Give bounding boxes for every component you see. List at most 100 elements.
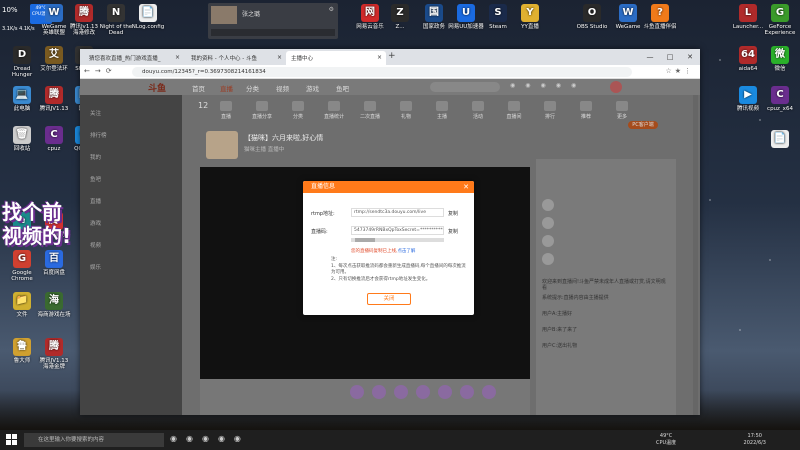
- extension-icons[interactable]: ☆★⋮: [665, 67, 694, 75]
- category-item[interactable]: 直播分享: [248, 101, 276, 120]
- nav-live[interactable]: 直播: [220, 83, 233, 93]
- stream-code-field[interactable]: 5473749rRNBxQpToxSecret=************: [351, 226, 444, 235]
- taskbar-search-input[interactable]: 在这里输入你要搜索的内容: [24, 433, 164, 447]
- app-icon: 腾: [45, 338, 63, 356]
- category-label: 直播间: [506, 114, 522, 120]
- url-field[interactable]: douyu.com/12345?_r=0.3697308214161834: [132, 67, 632, 77]
- desktop-icon[interactable]: 📄 NLog.config: [128, 4, 168, 30]
- close-window-button[interactable]: ✕: [680, 49, 700, 65]
- site-sidebar: 关注排行榜我的鱼吧直播游戏视频娱乐: [80, 95, 182, 415]
- header-icons[interactable]: ◉◉◉◉◉: [510, 82, 586, 89]
- taskbar: 在这里输入你要搜索的内容 ◉◉◉◉◉ 49°C CPU温度 17:50 2022…: [0, 430, 800, 450]
- avatar[interactable]: [610, 81, 622, 93]
- category-item[interactable]: 排行: [536, 101, 564, 120]
- app-icon: L: [739, 4, 757, 22]
- category-item[interactable]: 活动: [464, 101, 492, 120]
- gift-item[interactable]: [394, 385, 408, 399]
- clock[interactable]: 17:50 2022/6/3: [744, 433, 766, 447]
- sidebar-item[interactable]: 视频: [90, 241, 101, 249]
- close-icon[interactable]: ×: [277, 54, 282, 61]
- tab-strip: 猜您喜欢直播_热门游戏直播_ × 我的资料 - 个人中心 - 斗鱼 × 主播中心 × …: [80, 49, 700, 65]
- code-scrollbar[interactable]: [351, 238, 444, 242]
- taskbar-apps[interactable]: ◉◉◉◉◉: [170, 434, 250, 443]
- rank-avatar[interactable]: [542, 199, 554, 211]
- desktop-icon-label: 腾讯Jv1.13 海港修改: [69, 24, 99, 36]
- copy-rtmp-button[interactable]: 复制: [448, 210, 458, 217]
- category-item[interactable]: 分类: [284, 101, 312, 120]
- desktop-icon[interactable]: ? 斗鱼直播伴侣: [640, 4, 680, 30]
- tab-2[interactable]: 我的资料 - 个人中心 - 斗鱼 ×: [186, 51, 286, 65]
- tab-3[interactable]: 主播中心 ×: [286, 51, 386, 65]
- sidebar-item[interactable]: 娱乐: [90, 263, 101, 271]
- close-icon[interactable]: ×: [377, 54, 382, 61]
- gift-item[interactable]: [416, 385, 430, 399]
- rank-avatar[interactable]: [542, 235, 554, 247]
- rank-avatar[interactable]: [542, 253, 554, 265]
- category-item[interactable]: 二次直播: [356, 101, 384, 120]
- desktop-icon[interactable]: Ccpuz_x64: [760, 86, 800, 112]
- rtmp-field[interactable]: rtmp://sendtc3a.douyu.com/live: [351, 208, 444, 217]
- sidebar-item[interactable]: 鱼吧: [90, 175, 101, 183]
- gift-item[interactable]: [482, 385, 496, 399]
- maximize-button[interactable]: □: [660, 49, 680, 65]
- desktop-icon-label: 鲁大师: [13, 358, 31, 364]
- desktop-icon[interactable]: 海海商游戏在场: [34, 292, 74, 318]
- desktop-icon[interactable]: 📄: [760, 130, 800, 150]
- media-widget[interactable]: 张之璐 ⚙: [208, 3, 338, 39]
- nav-buttons[interactable]: ←→⟳: [84, 67, 117, 75]
- category-item[interactable]: 推荐: [572, 101, 600, 120]
- desktop-icon[interactable]: O OBS Studio: [572, 4, 612, 30]
- nav-video[interactable]: 视频: [276, 83, 289, 93]
- gift-item[interactable]: [438, 385, 452, 399]
- site-search-input[interactable]: [430, 82, 500, 92]
- close-dialog-button[interactable]: 关闭: [367, 293, 411, 305]
- gift-item[interactable]: [460, 385, 474, 399]
- close-icon[interactable]: ×: [175, 54, 180, 61]
- sidebar-item[interactable]: 直播: [90, 197, 101, 205]
- close-icon[interactable]: ✕: [463, 181, 469, 193]
- category-label: 推荐: [580, 114, 591, 120]
- page-scrollbar[interactable]: [693, 95, 698, 415]
- nav-game[interactable]: 游戏: [306, 83, 319, 93]
- rank-avatar[interactable]: [542, 217, 554, 229]
- desktop-icon[interactable]: G GeForce Experience: [760, 4, 800, 36]
- scroll-thumb[interactable]: [355, 238, 375, 242]
- learn-more-link[interactable]: 点击了解: [397, 249, 415, 254]
- category-item[interactable]: 礼物: [392, 101, 420, 120]
- desktop-icon[interactable]: 腾腾讯JV1.13 海港金牌: [34, 338, 74, 370]
- new-tab-button[interactable]: +: [388, 51, 396, 61]
- category-item[interactable]: 直播间: [500, 101, 528, 120]
- windows-start-icon[interactable]: [6, 434, 17, 445]
- nav-fishbar[interactable]: 鱼吧: [336, 83, 349, 93]
- app-icon: C: [771, 86, 789, 104]
- category-item[interactable]: 直播统计: [320, 101, 348, 120]
- gift-item[interactable]: [350, 385, 364, 399]
- streamer-avatar[interactable]: [206, 131, 238, 159]
- media-progress[interactable]: [211, 29, 335, 36]
- category-item[interactable]: 更多: [608, 101, 636, 120]
- app-icon: O: [583, 4, 601, 22]
- nav-category[interactable]: 分类: [246, 83, 259, 93]
- sidebar-item[interactable]: 关注: [90, 109, 101, 117]
- desktop-icon[interactable]: 百百度网盘: [34, 250, 74, 276]
- app-icon: 海: [45, 292, 63, 310]
- site-logo[interactable]: 斗鱼: [148, 81, 166, 94]
- tray-temp-label: CPU温度: [656, 440, 677, 446]
- rtmp-label: rtmp地址:: [311, 211, 335, 217]
- sidebar-item[interactable]: 排行榜: [90, 131, 107, 139]
- minimize-button[interactable]: —: [640, 49, 660, 65]
- nav-home[interactable]: 首页: [192, 83, 205, 93]
- gift-item[interactable]: [372, 385, 386, 399]
- category-bar: 12 直播 直播分享 分类 直播统计 二次直播 礼物 主播 活动 直播间 排行 推荐 更多: [198, 101, 678, 123]
- category-item[interactable]: 直播: [212, 101, 240, 120]
- gear-icon[interactable]: ⚙: [329, 6, 334, 13]
- tab-1[interactable]: 猜您喜欢直播_热门游戏直播_ ×: [84, 51, 184, 65]
- desktop-icon[interactable]: Y YY直播: [510, 4, 550, 30]
- sidebar-item[interactable]: 我的: [90, 153, 101, 161]
- desktop-icon[interactable]: 微微信: [760, 46, 800, 72]
- copy-code-button[interactable]: 复制: [448, 228, 458, 235]
- dialog-header: 直播信息 ✕: [303, 181, 474, 193]
- media-title: 张之璐: [242, 11, 261, 18]
- category-item[interactable]: 主播: [428, 101, 456, 120]
- sidebar-item[interactable]: 游戏: [90, 219, 101, 227]
